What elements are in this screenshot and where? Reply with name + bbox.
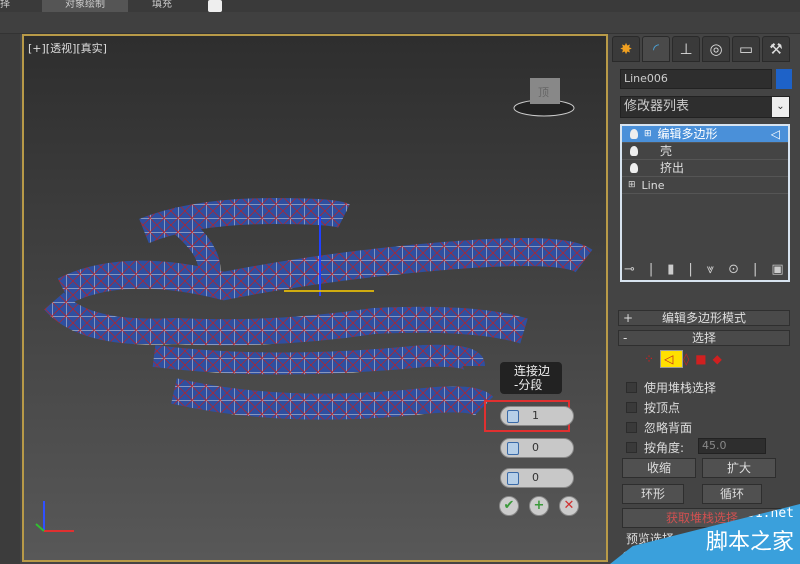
caddy-title: 连接边 -分段 — [500, 362, 562, 394]
toolbar-item[interactable]: 择 — [0, 0, 10, 12]
svg-text:顶: 顶 — [538, 86, 549, 99]
rollout-selection[interactable]: - 选择 — [618, 330, 790, 346]
checkbox-by-vertex[interactable] — [626, 402, 637, 413]
axis-tripod — [35, 501, 74, 532]
slide-field[interactable]: 0 — [500, 468, 574, 488]
checkbox-stack-selection[interactable] — [626, 382, 637, 393]
motion-tab-icon[interactable]: ◎ — [702, 36, 730, 62]
create-tab-icon[interactable]: ✸ — [612, 36, 640, 62]
left-strip — [0, 34, 20, 564]
shrink-button[interactable]: 收缩 — [622, 458, 696, 478]
edge-icon: ◁ — [770, 126, 780, 141]
hierarchy-tab-icon[interactable]: ⊥ — [672, 36, 700, 62]
command-panel: ✸ ◜ ⊥ ◎ ▭ ⚒ Line006 修改器列表 ⌄ ⊞ 编辑多边形 ◁ 壳 挤出… — [610, 34, 800, 564]
stack-item-shell[interactable]: 壳 — [622, 143, 788, 160]
ring-button[interactable]: 环形 — [622, 484, 684, 504]
stack-item-extrude[interactable]: 挤出 — [622, 160, 788, 177]
bulb-icon[interactable] — [630, 163, 638, 173]
modify-tab-icon[interactable]: ◜ — [642, 36, 670, 62]
segments-field[interactable]: 1 — [500, 406, 574, 426]
loop-button[interactable]: 循环 — [702, 484, 762, 504]
ribbon-area — [0, 12, 800, 34]
stack-item-line[interactable]: ⊞ Line — [622, 177, 788, 194]
ok-button[interactable]: ✔ — [499, 496, 519, 516]
stack-item-edit-poly[interactable]: ⊞ 编辑多边形 ◁ — [622, 126, 788, 143]
cancel-button[interactable]: ✕ — [559, 496, 579, 516]
bulb-icon[interactable] — [630, 129, 638, 139]
subobject-icons[interactable]: ⁘ ◁ ◊■◆ — [644, 350, 728, 368]
stack-tools[interactable]: ⊸|▮|⩔⊙|▣ — [624, 262, 798, 277]
display-tab-icon[interactable]: ▭ — [732, 36, 760, 62]
modifier-list-dropdown[interactable]: 修改器列表 — [620, 96, 790, 118]
checkbox-ignore-backfacing[interactable] — [626, 422, 637, 433]
pinch-icon — [507, 442, 519, 455]
modifier-stack: ⊞ 编辑多边形 ◁ 壳 挤出 ⊞ Line — [620, 124, 790, 282]
object-name-input[interactable]: Line006 — [620, 69, 772, 89]
rollout-edit-poly-mode[interactable]: + 编辑多边形模式 — [618, 310, 790, 326]
checkbox-by-angle[interactable] — [626, 442, 637, 453]
viewport-perspective[interactable]: [+][透视][真实] 顶 连接边 -分段 1 0 0 ✔ + ✕ — [22, 34, 608, 562]
toolbar-item-populate[interactable]: 填充 — [152, 0, 172, 12]
grow-button[interactable]: 扩大 — [702, 458, 776, 478]
pinch-field[interactable]: 0 — [500, 438, 574, 458]
segments-icon — [507, 410, 519, 423]
expand-icon: ⊞ — [628, 179, 636, 190]
viewcube[interactable]: 顶 — [513, 78, 575, 117]
bulb-icon[interactable] — [630, 146, 638, 156]
chevron-down-icon[interactable]: ⌄ — [772, 97, 789, 117]
angle-spinner[interactable]: 45.0 — [698, 438, 766, 454]
utilities-tab-icon[interactable]: ⚒ — [762, 36, 790, 62]
object-color-swatch[interactable] — [776, 69, 792, 89]
dropdown-icon[interactable] — [208, 0, 222, 12]
top-toolbar: 择 对象绘制 填充 — [0, 0, 800, 12]
apply-button[interactable]: + — [529, 496, 549, 516]
slide-icon — [507, 472, 519, 485]
toolbar-item-object-paint[interactable]: 对象绘制 — [42, 0, 128, 12]
